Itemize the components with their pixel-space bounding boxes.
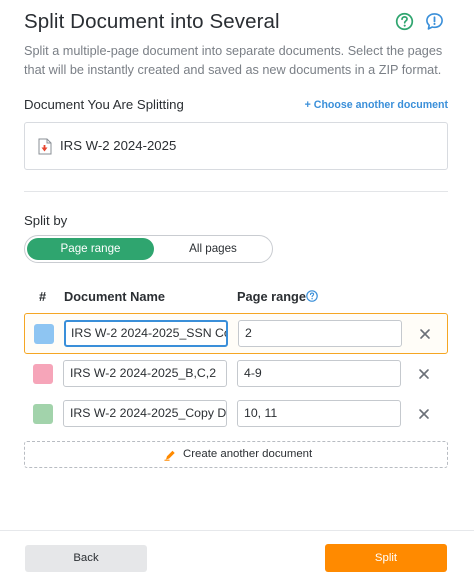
split-by-toggle: Page range All pages <box>24 235 273 263</box>
divider <box>24 191 448 192</box>
split-option-all-pages[interactable]: All pages <box>156 238 270 260</box>
row-color-swatch <box>34 324 54 344</box>
page-range-input[interactable]: 2 <box>238 320 402 347</box>
dialog-header: Split Document into Several <box>24 8 454 38</box>
feedback-bubble-icon[interactable] <box>425 12 444 31</box>
column-header-document-name: Document Name <box>64 289 165 304</box>
row-color-swatch <box>33 364 53 384</box>
page-range-input[interactable]: 10, 11 <box>237 400 401 427</box>
create-another-document-button[interactable]: Create another document <box>24 441 448 468</box>
column-header-page-range: Page range <box>237 289 306 304</box>
pdf-document-icon <box>38 138 52 155</box>
create-another-document-label: Create another document <box>183 448 313 460</box>
document-row: IRS W-2 2024-2025_B,C,2 4-9 <box>24 354 448 395</box>
document-name-input[interactable]: IRS W-2 2024-2025_SSN Copy <box>64 320 228 347</box>
source-document-box: IRS W-2 2024-2025 <box>24 122 448 170</box>
help-circle-icon[interactable] <box>395 12 414 31</box>
close-icon[interactable] <box>418 327 432 341</box>
split-button[interactable]: Split <box>325 544 447 572</box>
back-button[interactable]: Back <box>25 545 147 572</box>
document-row: IRS W-2 2024-2025_SSN Copy 2 <box>24 313 448 354</box>
pen-add-icon <box>164 450 175 461</box>
page-title: Split Document into Several <box>24 10 280 33</box>
document-row: IRS W-2 2024-2025_Copy D 10, 11 <box>24 394 448 435</box>
description-text: Split a multiple-page document into sepa… <box>24 44 443 77</box>
choose-another-document-link[interactable]: + Choose another document <box>305 99 448 111</box>
row-color-swatch <box>33 404 53 424</box>
document-name-input[interactable]: IRS W-2 2024-2025_Copy D <box>63 400 227 427</box>
source-document-name: IRS W-2 2024-2025 <box>60 138 177 153</box>
source-label: Document You Are Splitting <box>24 97 184 112</box>
split-by-label: Split by <box>24 213 68 228</box>
document-name-input[interactable]: IRS W-2 2024-2025_B,C,2 <box>63 360 227 387</box>
dialog-footer: Back Split <box>0 530 474 582</box>
split-option-page-range[interactable]: Page range <box>27 238 154 260</box>
close-icon[interactable] <box>417 407 431 421</box>
info-circle-icon[interactable] <box>306 290 318 302</box>
close-icon[interactable] <box>417 367 431 381</box>
column-header-number: # <box>39 289 47 304</box>
page-range-input[interactable]: 4-9 <box>237 360 401 387</box>
